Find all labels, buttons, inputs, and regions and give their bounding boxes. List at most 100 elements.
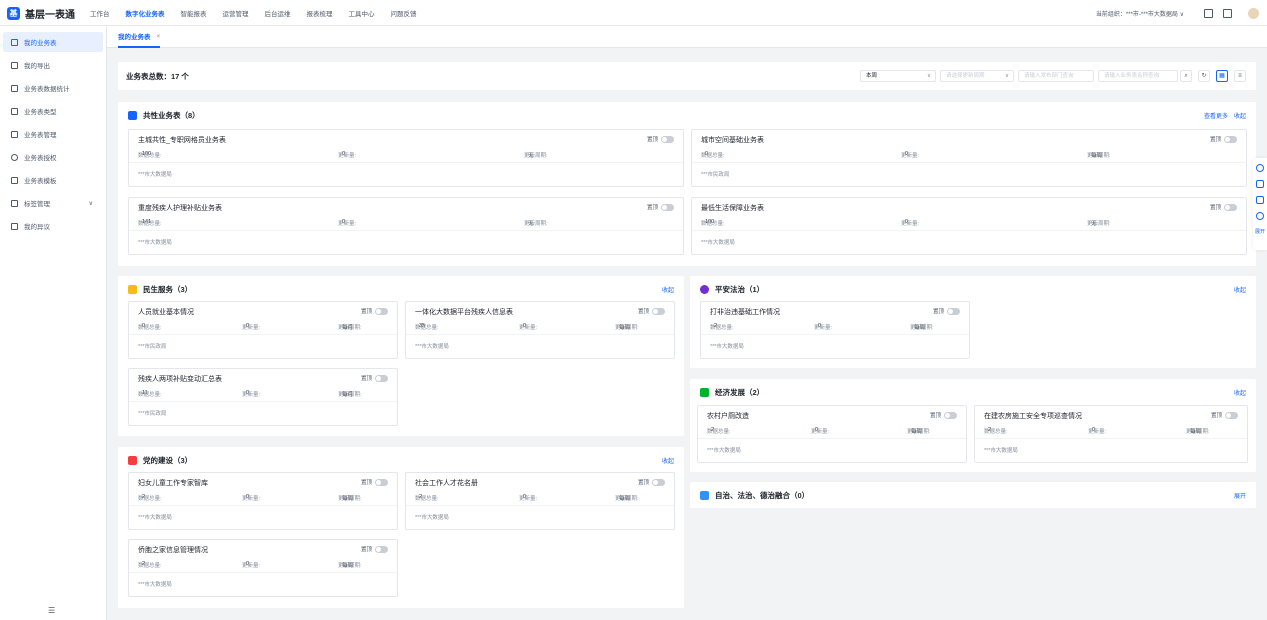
pin-toggle[interactable]: 置顶 <box>361 374 388 382</box>
table-card[interactable]: 打非治违基础工作情况 置顶 数据总量: 2 更新量: 0 更新周期: 每周 ***市大… <box>700 301 970 359</box>
refresh-icon[interactable]: ↻ <box>1198 70 1210 82</box>
pin-toggle[interactable]: 置顶 <box>1210 135 1237 143</box>
toggle-switch[interactable] <box>375 374 388 382</box>
table-card[interactable]: 社会工作人才花名册 置顶 数据总量: 2 更新量: 0 更新周期: 每周 ***市大数… <box>405 472 675 530</box>
toggle-switch[interactable] <box>375 545 388 553</box>
stat-cycle: 更新周期: 每周 <box>615 323 639 331</box>
sidebar-item-statistics[interactable]: 业务表数据统计 <box>3 78 103 98</box>
stat-total: 数据总量: 0 <box>138 323 162 331</box>
card-dept: ***市大数据局 <box>138 582 172 588</box>
document-icon[interactable] <box>1204 8 1213 18</box>
table-card[interactable]: 在建农房施工安全专项巡查情况 置顶 数据总量: 2 更新量: 0 更新周期: 每周 *… <box>974 405 1248 463</box>
name-search-input[interactable]: 请输入业务表名称查询 <box>1098 70 1178 82</box>
pin-toggle[interactable]: 置顶 <box>1210 203 1237 211</box>
nav-digital-tables[interactable]: 数字化业务表 <box>126 8 165 18</box>
nav-smart-reports[interactable]: 智能报表 <box>181 8 207 18</box>
stat-total: 数据总量: 100 <box>701 219 725 227</box>
table-card[interactable]: 重度残疾人护理补贴业务表 置顶 数据总量: 141 更新量: 0 更新周期: 无 **… <box>128 197 684 255</box>
mail-icon[interactable] <box>1223 8 1232 18</box>
toggle-switch[interactable] <box>1224 135 1237 143</box>
pin-toggle[interactable]: 置顶 <box>1211 411 1238 419</box>
nav-report-sorting[interactable]: 报表梳理 <box>307 8 333 18</box>
nav-operations[interactable]: 运营管理 <box>223 8 249 18</box>
app-logo[interactable]: 基 基层一表通 <box>7 6 75 21</box>
nav-feedback[interactable]: 问题反馈 <box>391 8 417 18</box>
table-card[interactable]: 主城共性_专职网格员业务表 置顶 数据总量: 100 更新量: 0 更新周期: 无 *… <box>128 129 684 187</box>
stat-label: 更新周期: <box>524 221 548 227</box>
toggle-switch[interactable] <box>652 307 665 315</box>
toggle-switch[interactable] <box>944 411 957 419</box>
pin-toggle[interactable]: 置顶 <box>647 203 674 211</box>
toggle-switch[interactable] <box>1224 203 1237 211</box>
list-view-icon[interactable]: ≡ <box>1234 70 1246 82</box>
toggle-switch[interactable] <box>947 307 960 315</box>
stat-cycle: 更新周期: 每周 <box>615 494 639 502</box>
table-card[interactable]: 城市空间基础业务表 置顶 数据总量: 0 更新量: 0 更新周期: 每周 ***市民政… <box>691 129 1247 187</box>
table-card[interactable]: 人员就业基本情况 置顶 数据总量: 0 更新量: 0 更新周期: 每月 ***市民政局 <box>128 301 398 359</box>
edit-icon[interactable] <box>1256 180 1264 188</box>
close-icon[interactable]: × <box>157 33 161 40</box>
search-icon[interactable]: ⌕ <box>1180 70 1192 82</box>
pin-toggle[interactable]: 置顶 <box>647 135 674 143</box>
toggle-switch[interactable] <box>375 307 388 315</box>
table-card[interactable]: 侨胞之家信息管理情况 置顶 数据总量: 2 更新量: 0 更新周期: 每周 ***市大… <box>128 539 398 597</box>
sidebar-item-management[interactable]: 业务表管理 <box>3 124 103 144</box>
collapse-link[interactable]: 收起 <box>662 285 674 294</box>
sidebar-item-templates[interactable]: 业务表模板 <box>3 170 103 190</box>
collapse-sidebar-icon[interactable]: ☰ <box>48 606 55 615</box>
robot-icon[interactable] <box>1256 164 1264 172</box>
collapse-link[interactable]: 收起 <box>1234 285 1246 294</box>
update-cycle-select[interactable]: 请选择更新周期 ∨ <box>940 70 1014 82</box>
sidebar-item-my-tables[interactable]: 我的业务表 <box>3 32 103 52</box>
pin-toggle[interactable]: 置顶 <box>361 307 388 315</box>
section-title: 自治、法治、德治融合（0） <box>715 491 810 500</box>
toggle-switch[interactable] <box>1225 411 1238 419</box>
stat-update: 更新量: 0 <box>901 151 919 159</box>
period-select[interactable]: 本周 ∨ <box>860 70 936 82</box>
pin-toggle[interactable]: 置顶 <box>638 307 665 315</box>
toggle-switch[interactable] <box>661 135 674 143</box>
pin-toggle[interactable]: 置顶 <box>933 307 960 315</box>
expand-link[interactable]: 展开 <box>1234 491 1246 500</box>
message-icon[interactable] <box>1256 196 1264 204</box>
toggle-switch[interactable] <box>661 203 674 211</box>
table-card[interactable]: 一体化大数据平台残疾人信息表 置顶 数据总量: 35 更新量: 0 更新周期: 每周 … <box>405 301 675 359</box>
sidebar-item-tags[interactable]: 标签管理 ∨ <box>3 193 103 213</box>
pin-toggle[interactable]: 置顶 <box>638 478 665 486</box>
table-card[interactable]: 妇女儿童工作专家智库 置顶 数据总量: 2 更新量: 0 更新周期: 每周 ***市大… <box>128 472 398 530</box>
sidebar-item-my-exports[interactable]: 我的导出 <box>3 55 103 75</box>
pin-toggle[interactable]: 置顶 <box>361 478 388 486</box>
grid-view-icon[interactable]: ▦ <box>1216 70 1228 82</box>
org-selector[interactable]: 当前组织：***市-***市大数据局 ∨ <box>1096 9 1184 18</box>
toggle-switch[interactable] <box>375 478 388 486</box>
table-card[interactable]: 最低生活保障业务表 置顶 数据总量: 100 更新量: 0 更新周期: 无 ***市大… <box>691 197 1247 255</box>
stat-label: 更新量: <box>901 221 920 227</box>
table-card[interactable]: 残疾人两项补贴变动汇总表 置顶 数据总量: 11 更新量: 0 更新周期: 每月 **… <box>128 368 398 426</box>
nav-tools[interactable]: 工具中心 <box>349 8 375 18</box>
dept-search-input[interactable]: 请输入发布部门查询 <box>1018 70 1094 82</box>
view-more-link[interactable]: 查看更多 <box>1204 111 1228 120</box>
sidebar-item-label: 业务表管理 <box>24 132 57 139</box>
pin-toggle[interactable]: 置顶 <box>361 545 388 553</box>
collapse-link[interactable]: 收起 <box>662 456 674 465</box>
avatar[interactable] <box>1248 7 1259 19</box>
collapse-link[interactable]: 收起 <box>1234 388 1246 397</box>
pin-toggle[interactable]: 置顶 <box>930 411 957 419</box>
collapse-link[interactable]: 收起 <box>1234 111 1246 120</box>
objection-icon <box>11 222 18 230</box>
sidebar-item-label: 标签管理 <box>24 201 50 208</box>
sidebar-item-authorization[interactable]: 业务表授权 <box>3 147 103 167</box>
sidebar-item-label: 业务表类型 <box>24 109 57 116</box>
table-card[interactable]: 农村户厕改造 置顶 数据总量: 2 更新量: 0 更新周期: 每周 ***市大数据局 <box>697 405 967 463</box>
sidebar-item-types[interactable]: 业务表类型 <box>3 101 103 121</box>
nav-workbench[interactable]: 工作台 <box>90 8 110 18</box>
toggle-switch[interactable] <box>652 478 665 486</box>
section-shared: 共性业务表（8） 查看更多 收起 主城共性_专职网格员业务表 置顶 数据总量: 10… <box>118 102 1256 266</box>
nav-backend[interactable]: 后台运维 <box>265 8 291 18</box>
sidebar-item-objections[interactable]: 我的异议 <box>3 216 103 236</box>
phone-icon[interactable] <box>1256 212 1264 220</box>
grid-icon <box>700 491 709 500</box>
expand-toolbar-link[interactable]: 展开 <box>1253 228 1267 235</box>
tab-my-tables[interactable]: 我的业务表 × <box>118 26 161 48</box>
card-dept: ***市大数据局 <box>415 344 449 350</box>
